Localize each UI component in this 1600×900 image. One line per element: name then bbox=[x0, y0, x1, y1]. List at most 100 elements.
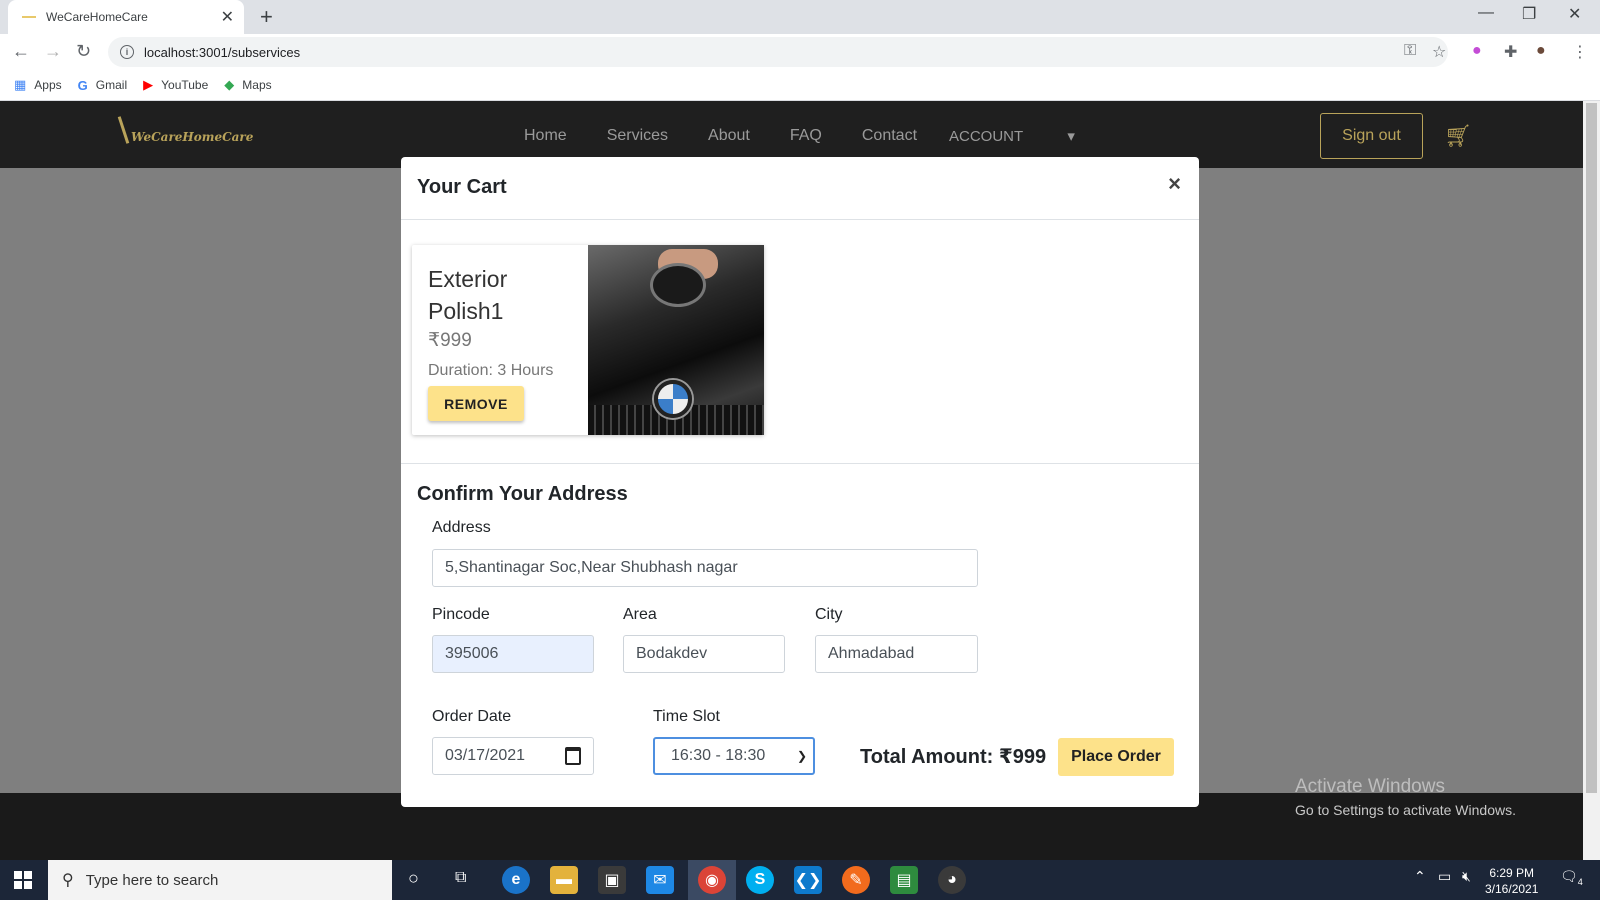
photo-polisher bbox=[650, 263, 706, 307]
close-icon[interactable]: × bbox=[1168, 171, 1181, 197]
total-amount: Total Amount: ₹999 bbox=[860, 746, 1047, 768]
pincode-input[interactable]: 395006 bbox=[432, 635, 594, 673]
address-label: Address bbox=[432, 519, 491, 536]
nav-home[interactable]: Home bbox=[524, 127, 567, 145]
google-icon: G bbox=[77, 77, 88, 93]
profile-avatar-icon[interactable]: ● bbox=[1536, 42, 1546, 60]
activate-windows-watermark: Activate Windows Go to Settings to activ… bbox=[1295, 776, 1516, 818]
notification-center-icon[interactable]: 🗨︎4 bbox=[1560, 868, 1583, 887]
area-input[interactable]: Bodakdev bbox=[623, 635, 785, 673]
browser-tab[interactable]: WeCareHomeCare ✕ bbox=[8, 0, 244, 34]
site-logo[interactable]: WeCareHomeCare bbox=[117, 116, 253, 144]
site-favicon-icon bbox=[22, 16, 36, 18]
bookmarks-bar: ▦ Apps G Gmail ▶ YouTube ◆ Maps bbox=[0, 70, 1600, 101]
address-section-title: Confirm Your Address bbox=[417, 483, 628, 505]
order-date-input[interactable]: 03/17/2021 bbox=[432, 737, 594, 775]
github-desktop-icon[interactable]: ◕ bbox=[938, 866, 966, 894]
extensions-puzzle-icon[interactable]: ✚ bbox=[1504, 42, 1517, 62]
caret-down-icon: ▾ bbox=[1067, 128, 1075, 145]
store-icon[interactable]: ▣ bbox=[598, 866, 626, 894]
edge-icon[interactable]: e bbox=[502, 866, 530, 894]
cart-item-card: Exterior Polish1 ₹999 Duration: 3 Hours … bbox=[412, 245, 764, 435]
apps-grid-icon: ▦ bbox=[14, 77, 27, 92]
vscode-icon[interactable]: ❮❯ bbox=[794, 866, 822, 894]
photo-car-badge bbox=[654, 380, 692, 418]
mail-icon[interactable]: ✉ bbox=[646, 866, 674, 894]
nav-contact[interactable]: Contact bbox=[862, 127, 917, 145]
order-date-label: Order Date bbox=[432, 708, 512, 725]
windows-taskbar: ⚲ Type here to search ○ ⧉ e ▬ ▣ ✉ ◉ S ❮❯… bbox=[0, 860, 1600, 900]
site-info-icon[interactable]: i bbox=[120, 45, 134, 59]
new-tab-icon[interactable]: + bbox=[260, 4, 273, 30]
cart-icon[interactable]: 🛒︎ bbox=[1444, 123, 1472, 149]
spreadsheet-app-icon[interactable]: ▤ bbox=[890, 866, 918, 894]
nav-services[interactable]: Services bbox=[607, 127, 668, 145]
network-icon[interactable]: ▭ bbox=[1438, 868, 1451, 885]
chrome-icon[interactable]: ◉ bbox=[698, 866, 726, 894]
bookmark-apps[interactable]: ▦ Apps bbox=[14, 77, 62, 93]
bookmark-star-icon[interactable]: ☆ bbox=[1432, 42, 1446, 62]
tray-chevron-up-icon[interactable]: ⌃ bbox=[1414, 868, 1426, 885]
nav-about[interactable]: About bbox=[708, 127, 750, 145]
minimize-icon[interactable]: — bbox=[1478, 4, 1494, 22]
youtube-icon: ▶ bbox=[143, 77, 154, 92]
bookmark-youtube[interactable]: ▶ YouTube bbox=[143, 77, 208, 93]
task-view-icon[interactable]: ⧉ bbox=[455, 869, 466, 887]
search-icon: ⚲ bbox=[62, 872, 74, 889]
place-order-button[interactable]: Place Order bbox=[1058, 738, 1174, 776]
nav-faq[interactable]: FAQ bbox=[790, 127, 822, 145]
windows-start-icon[interactable] bbox=[14, 871, 32, 889]
postman-icon[interactable]: ✎ bbox=[842, 866, 870, 894]
bookmark-label: Gmail bbox=[95, 78, 128, 92]
address-bar[interactable]: i localhost:3001/subservices bbox=[108, 37, 1448, 67]
forward-icon[interactable]: → bbox=[44, 41, 62, 62]
remove-button[interactable]: REMOVE bbox=[428, 386, 524, 421]
bookmark-gmail[interactable]: G Gmail bbox=[78, 78, 127, 93]
bookmark-label: YouTube bbox=[161, 78, 209, 92]
taskbar-search[interactable]: ⚲ Type here to search bbox=[48, 860, 392, 900]
tab-title: WeCareHomeCare bbox=[46, 10, 148, 24]
time-slot-select[interactable]: 16:30 - 18:30 ❯ bbox=[653, 737, 815, 775]
bookmark-label: Maps bbox=[242, 78, 272, 92]
modal-title: Your Cart bbox=[417, 176, 507, 198]
chrome-menu-icon[interactable]: ⋮ bbox=[1572, 42, 1588, 62]
key-icon[interactable]: ⚿ bbox=[1404, 42, 1416, 60]
sign-out-button[interactable]: Sign out bbox=[1320, 113, 1423, 159]
page-scrollbar[interactable] bbox=[1583, 101, 1600, 860]
address-input[interactable]: 5,Shantinagar Soc,Near Shubhash nagar bbox=[432, 549, 978, 587]
item-name: Exterior Polish1 bbox=[428, 266, 508, 324]
taskbar-clock[interactable]: 6:29 PM 3/16/2021 bbox=[1485, 865, 1538, 897]
skype-icon[interactable]: S bbox=[746, 866, 774, 894]
bookmark-maps[interactable]: ◆ Maps bbox=[224, 77, 271, 93]
reload-icon[interactable]: ↻ bbox=[76, 41, 91, 62]
city-label: City bbox=[815, 606, 843, 623]
cart-modal: Your Cart × Exterior Polish1 ₹999 Durati… bbox=[401, 157, 1199, 807]
city-input[interactable]: Ahmadabad bbox=[815, 635, 978, 673]
chevron-down-icon: ❯ bbox=[796, 749, 807, 763]
modal-divider bbox=[401, 463, 1199, 464]
area-label: Area bbox=[623, 606, 657, 623]
window-close-icon[interactable]: ✕ bbox=[1568, 4, 1581, 24]
cortana-icon[interactable]: ○ bbox=[408, 868, 419, 889]
browser-toolbar: ← → ↻ i localhost:3001/subservices ⚿ ☆ ●… bbox=[0, 34, 1600, 70]
color-extension-icon[interactable]: ● bbox=[1472, 42, 1482, 60]
time-slot-value: 16:30 - 18:30 bbox=[671, 747, 766, 764]
item-duration: Duration: 3 Hours bbox=[428, 362, 554, 379]
back-icon[interactable]: ← bbox=[12, 41, 30, 62]
item-price: ₹999 bbox=[428, 330, 472, 351]
clock-time: 6:29 PM bbox=[1489, 866, 1535, 880]
clock-date: 3/16/2021 bbox=[1485, 882, 1539, 896]
taskbar-search-placeholder: Type here to search bbox=[85, 871, 219, 889]
volume-muted-icon[interactable]: 🔇︎ bbox=[1462, 868, 1471, 885]
tab-close-icon[interactable]: ✕ bbox=[221, 7, 234, 27]
file-explorer-icon[interactable]: ▬ bbox=[550, 866, 578, 894]
restore-icon[interactable]: ❐ bbox=[1522, 4, 1536, 24]
watermark-line2: Go to Settings to activate Windows. bbox=[1295, 802, 1516, 818]
nav-account-dropdown[interactable]: ACCOUNT ▾ bbox=[949, 127, 1115, 145]
calendar-icon[interactable] bbox=[565, 747, 581, 765]
scrollbar-thumb[interactable] bbox=[1586, 103, 1597, 793]
pincode-label: Pincode bbox=[432, 606, 490, 623]
notification-count: 4 bbox=[1577, 876, 1583, 887]
bookmark-label: Apps bbox=[34, 78, 62, 92]
time-slot-label: Time Slot bbox=[653, 708, 720, 725]
